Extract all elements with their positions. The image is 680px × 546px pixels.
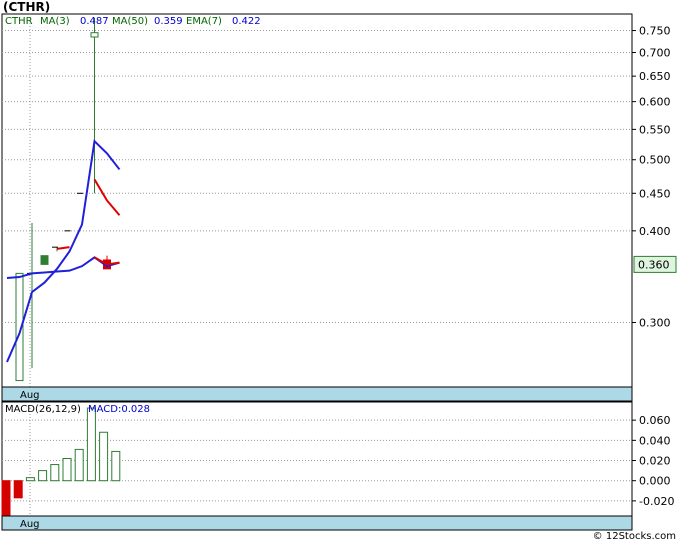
- macd-bar: [74, 448, 84, 482]
- macd-y-tick-label: 0.060: [639, 414, 671, 427]
- price-y-tick-label: 0.550: [639, 123, 671, 136]
- macd-legend-label: MACD(26,12,9): [5, 404, 81, 415]
- macd-y-tick-label: 0.000: [639, 475, 671, 488]
- price-y-tick-label: 0.450: [639, 187, 671, 200]
- price-y-tick-label: 0.500: [639, 154, 671, 167]
- price-legend-item: MA(50): [112, 16, 148, 27]
- price-legend-item: CTHR: [5, 16, 33, 27]
- macd-y-tick-label: 0.040: [639, 434, 671, 447]
- price-candle-body: [90, 32, 99, 38]
- macd-bar: [86, 407, 96, 482]
- macd-bar: [111, 450, 121, 482]
- macd-plot-frame: [1, 401, 633, 517]
- price-y-tick-label: 0.650: [639, 70, 671, 83]
- macd-panel: 0.060 0.040 0.020 0.000 -0.020 MACD(26,12,9) M…: [1, 401, 674, 531]
- macd-x-tick-label: Aug: [20, 519, 40, 530]
- macd-x-axis-band: [1, 515, 633, 531]
- macd-bar: [50, 464, 60, 482]
- macd-bar: [99, 431, 109, 482]
- chart-canvas: 0.750 0.700 0.650 0.600 0.550 0.500 0.450 0.400…: [1, 13, 677, 531]
- price-y-tick-label: 0.700: [639, 47, 671, 60]
- footer-credit: © 12Stocks.com: [592, 531, 676, 542]
- macd-bar: [25, 477, 35, 482]
- macd-bar: [1, 480, 11, 517]
- macd-legend-value: MACD:0.028: [88, 404, 150, 415]
- price-panel: 0.750 0.700 0.650 0.600 0.550 0.500 0.450 0.400…: [1, 13, 677, 402]
- last-price-label: 0.360: [638, 258, 670, 271]
- price-legend-item: 0.487: [80, 16, 109, 27]
- price-y-tick-label: 0.600: [639, 96, 671, 109]
- price-candle-body: [40, 255, 49, 265]
- price-y-tick-label: 0.750: [639, 25, 671, 38]
- macd-bar: [62, 457, 72, 482]
- price-legend-item: MA(3): [40, 16, 70, 27]
- macd-y-tick-label: -0.020: [639, 495, 674, 508]
- macd-y-tick-label: 0.020: [639, 455, 671, 468]
- price-x-axis-band: [1, 386, 633, 402]
- macd-bar: [38, 470, 48, 482]
- macd-bar: [13, 480, 23, 499]
- price-legend-item: 0.359: [154, 16, 183, 27]
- price-y-tick-label: 0.400: [639, 225, 671, 238]
- price-plot-frame: [1, 13, 633, 388]
- price-legend-item: EMA(7): [186, 16, 222, 27]
- price-y-tick-label: 0.300: [639, 316, 671, 329]
- price-legend-item: 0.422: [232, 16, 261, 27]
- price-x-tick-label: Aug: [20, 390, 40, 401]
